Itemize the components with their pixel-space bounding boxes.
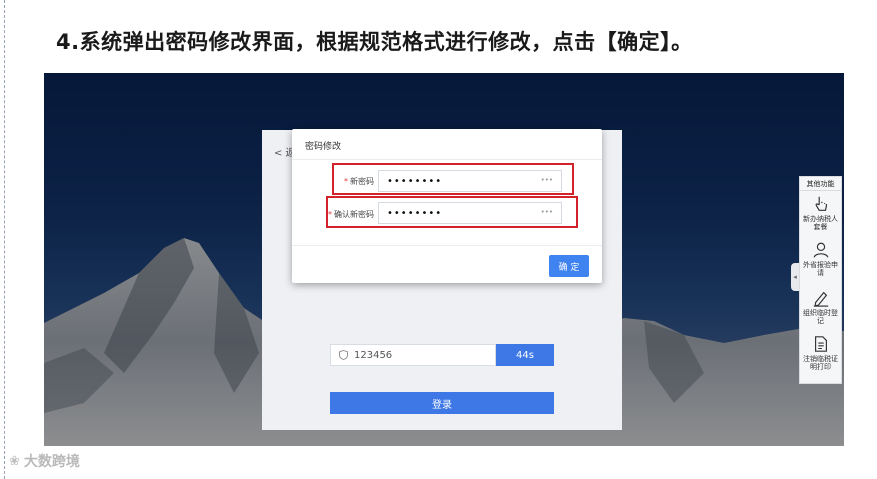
side-item-label: 组织临时登记 <box>803 309 838 325</box>
verification-code-input[interactable]: 123456 <box>330 344 496 366</box>
verification-code-value: 123456 <box>354 349 393 361</box>
login-button[interactable]: 登录 <box>330 392 554 414</box>
watermark-logo-icon: ❀ <box>9 453 20 469</box>
watermark-text: 大数跨境 <box>23 454 80 470</box>
screenshot-area: < 返 123456 44s 登录 密码修改 * 新密码 •••••••• •••… <box>44 73 844 446</box>
page-heading: 4.系统弹出密码修改界面，根据规范格式进行修改，点击【确定】。 <box>56 30 693 54</box>
document-icon <box>814 336 827 352</box>
side-panel-title: 其他功能 <box>800 177 841 191</box>
side-item-label: 新办纳税人套餐 <box>803 215 838 231</box>
side-item-out-province[interactable]: 外省报验申请 <box>800 241 841 277</box>
highlight-box-new-password <box>332 163 574 195</box>
modal-title: 密码修改 <box>305 142 342 152</box>
page-left-border <box>4 0 5 479</box>
confirm-button[interactable]: 确 定 <box>549 255 589 277</box>
watermark: ❀ 大数跨境 <box>9 451 80 471</box>
side-item-temp-registration[interactable]: 组织临时登记 <box>800 289 841 325</box>
password-change-modal: 密码修改 * 新密码 •••••••• ••• * 确认新密码 •••••••• •… <box>292 129 602 283</box>
modal-footer-divider <box>292 245 602 246</box>
highlight-box-confirm-password <box>326 196 578 228</box>
side-item-cancel-print[interactable]: 注销临税证明打印 <box>800 335 841 371</box>
user-icon <box>813 242 828 258</box>
hand-pointer-icon <box>815 196 827 211</box>
side-panel-toggle[interactable]: ◂ <box>791 263 799 291</box>
modal-divider <box>292 159 602 160</box>
countdown-button[interactable]: 44s <box>496 344 554 366</box>
pen-icon <box>813 291 828 307</box>
shield-icon <box>339 350 348 360</box>
side-item-new-taxpayer[interactable]: 新办纳税人套餐 <box>800 195 841 231</box>
side-item-label: 外省报验申请 <box>803 261 838 277</box>
other-functions-panel: 其他功能 新办纳税人套餐 外省报验申请 组织临时登记 注销临税证明打印 <box>799 176 842 384</box>
side-item-label: 注销临税证明打印 <box>803 355 838 371</box>
